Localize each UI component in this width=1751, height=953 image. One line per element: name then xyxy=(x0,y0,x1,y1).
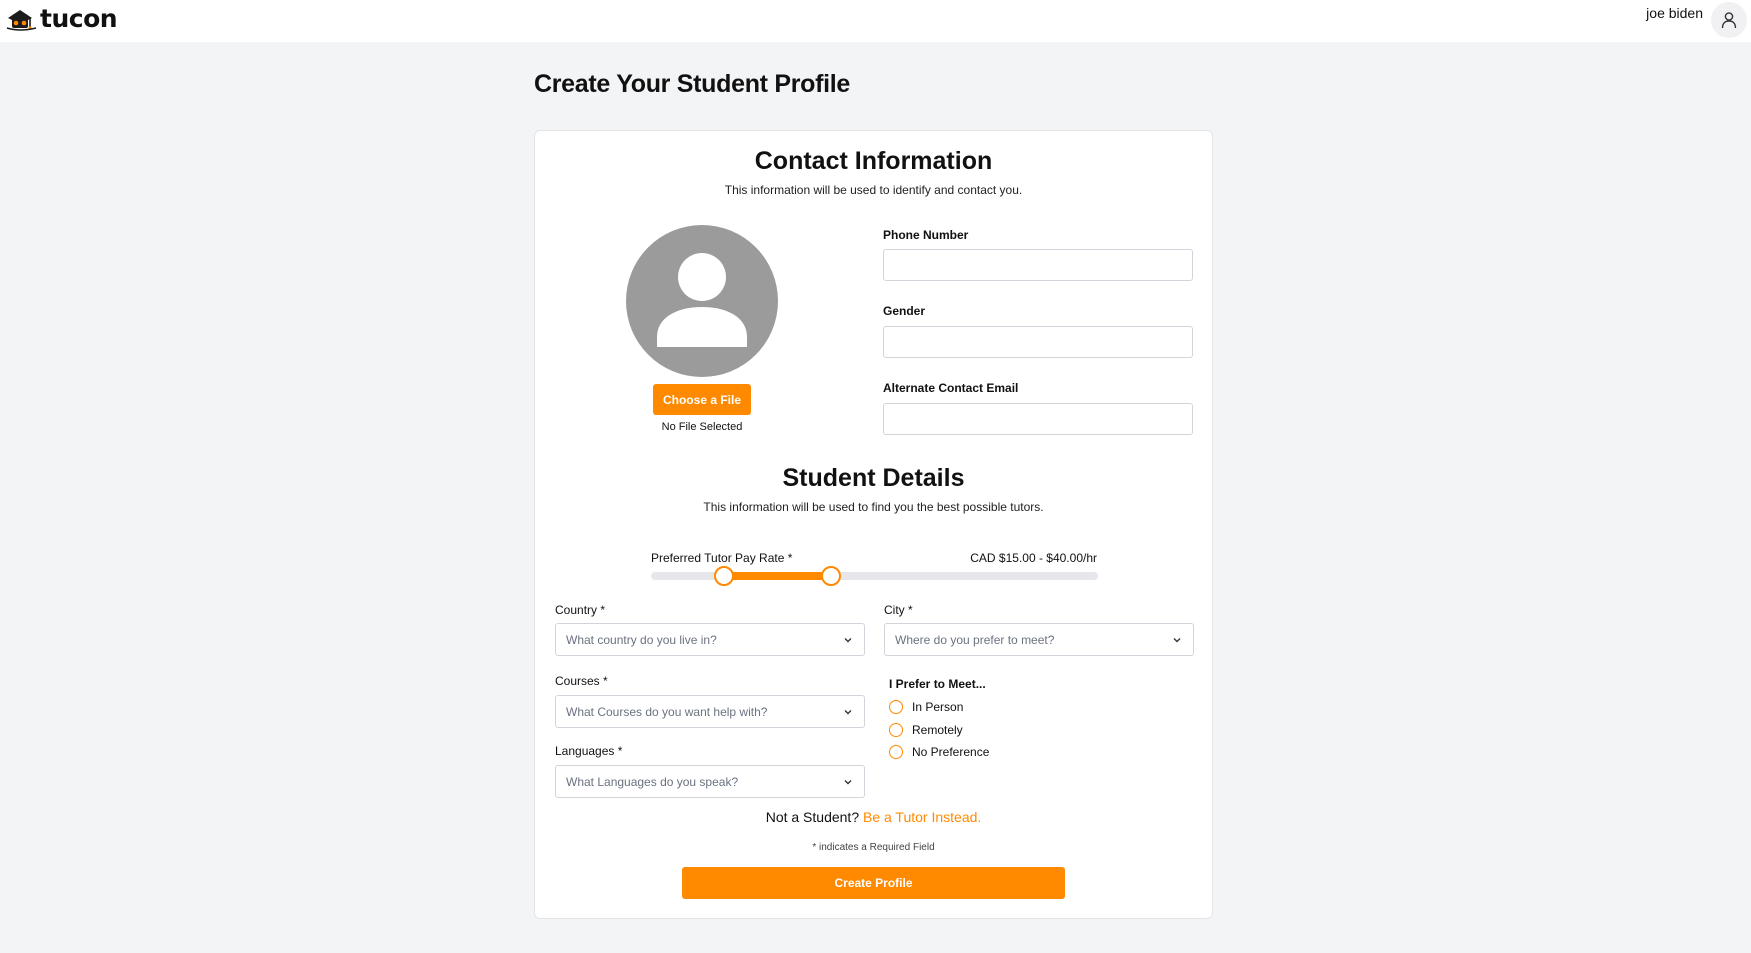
courses-placeholder: What Courses do you want help with? xyxy=(566,704,768,719)
radio-label: No Preference xyxy=(912,745,990,759)
chevron-down-icon xyxy=(844,709,852,714)
create-profile-button[interactable]: Create Profile xyxy=(682,867,1065,899)
profile-form-card: Contact Information This information wil… xyxy=(534,130,1213,919)
alt-email-input[interactable] xyxy=(883,403,1193,435)
pay-rate-label: Preferred Tutor Pay Rate * xyxy=(651,551,793,565)
languages-select[interactable]: What Languages do you speak? xyxy=(555,765,865,798)
alt-email-label: Alternate Contact Email xyxy=(883,381,1019,395)
radio-label: In Person xyxy=(912,700,964,714)
city-placeholder: Where do you prefer to meet? xyxy=(895,632,1055,647)
languages-label: Languages * xyxy=(555,744,623,758)
meet-option-no-preference[interactable]: No Preference xyxy=(889,745,989,759)
logo-mark-icon xyxy=(6,10,37,31)
brand-name: tucon xyxy=(40,4,118,33)
city-label: City * xyxy=(884,603,913,617)
pay-rate-min-handle[interactable] xyxy=(713,566,734,586)
pay-rate-selected-range xyxy=(723,572,832,580)
switch-role-line: Not a Student? Be a Tutor Instead. xyxy=(535,809,1212,825)
user-icon xyxy=(1721,12,1737,29)
profile-photo-placeholder xyxy=(626,225,778,377)
brand-logo[interactable]: tucon xyxy=(6,4,118,33)
radio-circle[interactable] xyxy=(889,723,903,737)
details-subheading: This information will be used to find yo… xyxy=(703,500,1044,514)
switch-role-prefix: Not a Student? xyxy=(765,809,860,825)
chevron-down-icon xyxy=(844,637,852,642)
country-select[interactable]: What country do you live in? xyxy=(555,623,865,656)
phone-input[interactable] xyxy=(883,249,1193,281)
required-field-note: * indicates a Required Field xyxy=(812,842,935,853)
person-placeholder-icon xyxy=(657,253,747,347)
contact-subheading: This information will be used to identif… xyxy=(724,183,1023,197)
city-select[interactable]: Where do you prefer to meet? xyxy=(884,623,1194,656)
user-menu-button[interactable] xyxy=(1711,2,1747,38)
details-heading: Student Details xyxy=(782,464,965,492)
chevron-down-icon xyxy=(844,779,852,784)
meet-preference-title: I Prefer to Meet... xyxy=(889,677,986,691)
radio-circle[interactable] xyxy=(889,745,903,759)
chevron-down-icon xyxy=(1173,637,1181,642)
pay-rate-value: CAD $15.00 - $40.00/hr xyxy=(970,551,1097,565)
country-placeholder: What country do you live in? xyxy=(566,632,717,647)
phone-label: Phone Number xyxy=(883,228,969,242)
contact-heading: Contact Information xyxy=(754,147,993,175)
pay-rate-slider[interactable] xyxy=(651,566,1098,586)
top-bar: tucon joe biden xyxy=(0,0,1751,42)
file-status-text: No File Selected xyxy=(661,421,743,433)
choose-file-button[interactable]: Choose a File xyxy=(653,384,751,415)
be-a-tutor-link[interactable]: Be a Tutor Instead. xyxy=(863,809,981,825)
languages-placeholder: What Languages do you speak? xyxy=(566,774,739,789)
courses-label: Courses * xyxy=(555,674,608,688)
meet-option-remotely[interactable]: Remotely xyxy=(889,723,963,737)
page-title: Create Your Student Profile xyxy=(534,70,851,98)
meet-option-in-person[interactable]: In Person xyxy=(889,700,963,714)
gender-label: Gender xyxy=(883,304,926,318)
pay-rate-max-handle[interactable] xyxy=(821,566,842,586)
gender-input[interactable] xyxy=(883,326,1193,358)
courses-select[interactable]: What Courses do you want help with? xyxy=(555,695,865,728)
radio-circle[interactable] xyxy=(889,700,903,714)
radio-label: Remotely xyxy=(912,723,963,737)
country-label: Country * xyxy=(555,603,606,617)
user-name[interactable]: joe biden xyxy=(1646,5,1703,21)
